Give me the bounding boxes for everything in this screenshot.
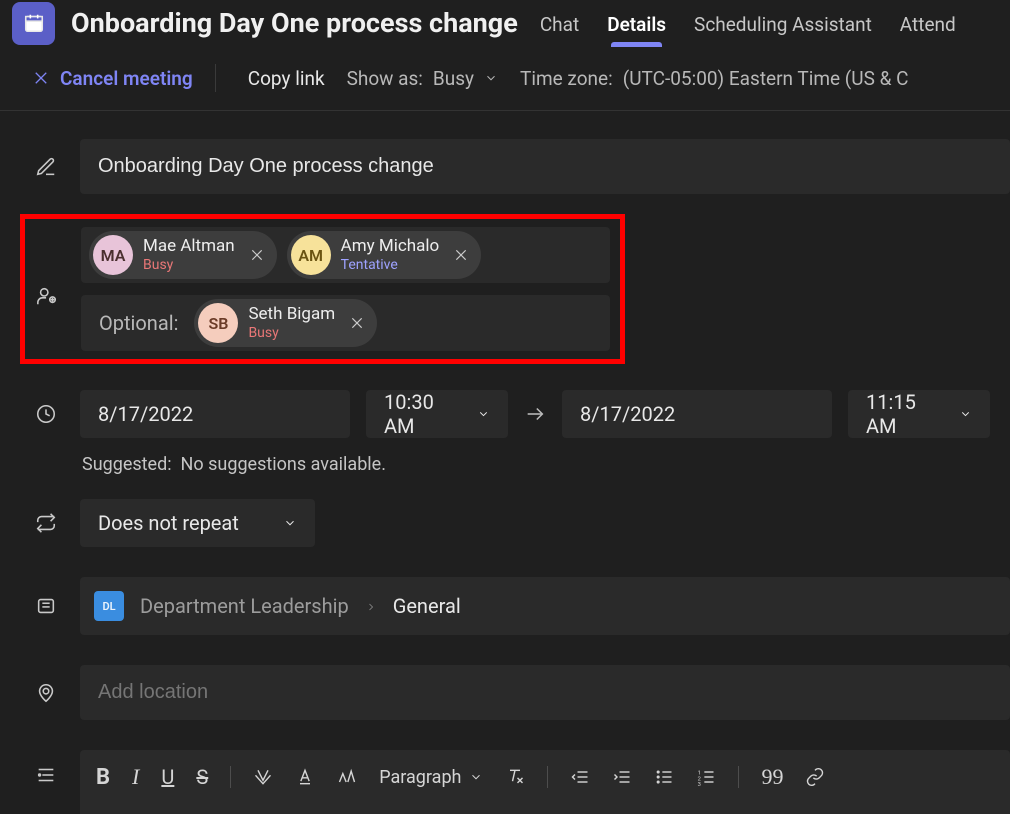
optional-attendees-input[interactable]: Optional: SB Seth Bigam Busy [81,295,610,351]
chevron-down-icon [283,516,297,530]
close-icon [32,69,50,87]
show-as-value: Busy [433,67,474,90]
tab-details[interactable]: Details [607,2,666,46]
breadcrumb-chevron-icon [365,594,377,618]
font-size-button[interactable] [337,767,357,787]
numbered-list-button[interactable]: 123 [696,767,716,787]
attendee-chip-amy[interactable]: AM Amy Michalo Tentative [287,231,482,279]
meeting-body-text[interactable]: Work through action items needed to chan… [96,790,994,814]
meeting-form: MA Mae Altman Busy AM Amy Michalo Te [0,111,1010,814]
chevron-down-icon [484,71,498,85]
format-toolbar: B I U S Paragraph 123 99 [96,764,994,790]
clock-icon [30,403,62,425]
avatar: MA [93,235,133,275]
insert-link-button[interactable] [805,767,825,787]
attendee-status: Busy [143,257,235,273]
meeting-header-title: Onboarding Day One process change [71,7,518,39]
attendee-status: Busy [248,325,335,341]
attendee-status: Tentative [341,257,440,273]
highlight-button[interactable] [253,767,273,787]
bold-button[interactable]: B [96,765,110,790]
chevron-down-icon [477,407,490,421]
quote-button[interactable]: 99 [761,764,783,790]
recurrence-dropdown[interactable]: Does not repeat [80,499,315,547]
required-attendees-input[interactable]: MA Mae Altman Busy AM Amy Michalo Te [81,227,610,283]
location-input[interactable] [80,665,1010,720]
font-color-button[interactable] [295,767,315,787]
bulleted-list-button[interactable] [654,767,674,787]
attendees-row: MA Mae Altman Busy AM Amy Michalo Te [0,208,1010,370]
attendees-highlight: MA Mae Altman Busy AM Amy Michalo Te [20,214,625,364]
remove-attendee-icon[interactable] [453,247,469,263]
end-time-input[interactable]: 11:15 AM [848,390,990,438]
avatar: SB [198,303,238,343]
calendar-app-icon [12,2,55,45]
title-row [0,133,1010,200]
description-row: B I U S Paragraph 123 99 [0,744,1010,814]
location-icon [30,682,62,704]
channel-icon [30,595,62,617]
description-icon [30,750,62,786]
avatar: AM [291,235,331,275]
attendee-chip-mae[interactable]: MA Mae Altman Busy [89,231,277,279]
copy-link-button[interactable]: Copy link [238,67,325,90]
decrease-indent-button[interactable] [570,767,590,787]
optional-label: Optional: [89,311,184,335]
strikethrough-button[interactable]: S [196,765,208,789]
timezone-dropdown[interactable]: Time zone: (UTC-05:00) Eastern Time (US … [520,67,909,90]
clear-formatting-button[interactable] [505,767,525,787]
start-date-input[interactable]: 8/17/2022 [80,390,350,438]
separator [215,64,216,92]
cancel-meeting-label: Cancel meeting [60,67,193,90]
tab-attendance[interactable]: Attend [900,2,956,46]
datetime-row: 8/17/2022 10:30 AM 8/17/2022 11:15 AM [0,384,1010,444]
cancel-meeting-button[interactable]: Cancel meeting [32,67,193,90]
attendee-chip-seth[interactable]: SB Seth Bigam Busy [194,299,377,347]
repeat-icon [30,512,62,534]
tab-scheduling-assistant[interactable]: Scheduling Assistant [694,2,872,46]
separator [738,766,739,788]
arrow-right-icon [524,403,546,425]
scheduling-suggestions: Suggested: No suggestions available. [0,444,1010,483]
copy-link-label: Copy link [248,67,325,90]
chevron-down-icon [469,770,483,784]
attendee-name: Mae Altman [143,237,235,257]
separator [547,766,548,788]
recurrence-row: Does not repeat [0,493,1010,553]
show-as-prefix: Show as: [347,67,423,90]
timezone-value: (UTC-05:00) Eastern Time (US & C [623,67,909,90]
action-bar: Cancel meeting Copy link Show as: Busy T… [0,46,1010,111]
people-add-icon [31,271,63,307]
location-row [0,659,1010,726]
pencil-icon [30,156,62,178]
end-date-input[interactable]: 8/17/2022 [562,390,832,438]
rich-text-editor[interactable]: B I U S Paragraph 123 99 [80,750,1010,814]
remove-attendee-icon[interactable] [249,247,265,263]
attendee-name: Seth Bigam [248,305,335,325]
meeting-title-input[interactable] [80,139,1010,194]
channel-picker[interactable]: DL Department Leadership General [80,577,1010,635]
channel-row: DL Department Leadership General [0,571,1010,641]
remove-attendee-icon[interactable] [349,315,365,331]
tab-chat[interactable]: Chat [540,2,579,46]
paragraph-style-dropdown[interactable]: Paragraph [379,767,483,788]
italic-button[interactable]: I [132,764,139,790]
header-tabs: Chat Details Scheduling Assistant Attend [540,0,956,46]
svg-text:3: 3 [698,782,701,787]
show-as-dropdown[interactable]: Show as: Busy [347,67,498,90]
team-name: Department Leadership [140,594,349,618]
underline-button[interactable]: U [161,765,174,789]
team-badge: DL [94,591,124,621]
header: Onboarding Day One process change Chat D… [0,0,1010,46]
attendee-name: Amy Michalo [341,237,440,257]
increase-indent-button[interactable] [612,767,632,787]
start-time-input[interactable]: 10:30 AM [366,390,508,438]
timezone-prefix: Time zone: [520,67,613,90]
separator [230,766,231,788]
chevron-down-icon [959,407,972,421]
channel-name: General [393,594,461,618]
